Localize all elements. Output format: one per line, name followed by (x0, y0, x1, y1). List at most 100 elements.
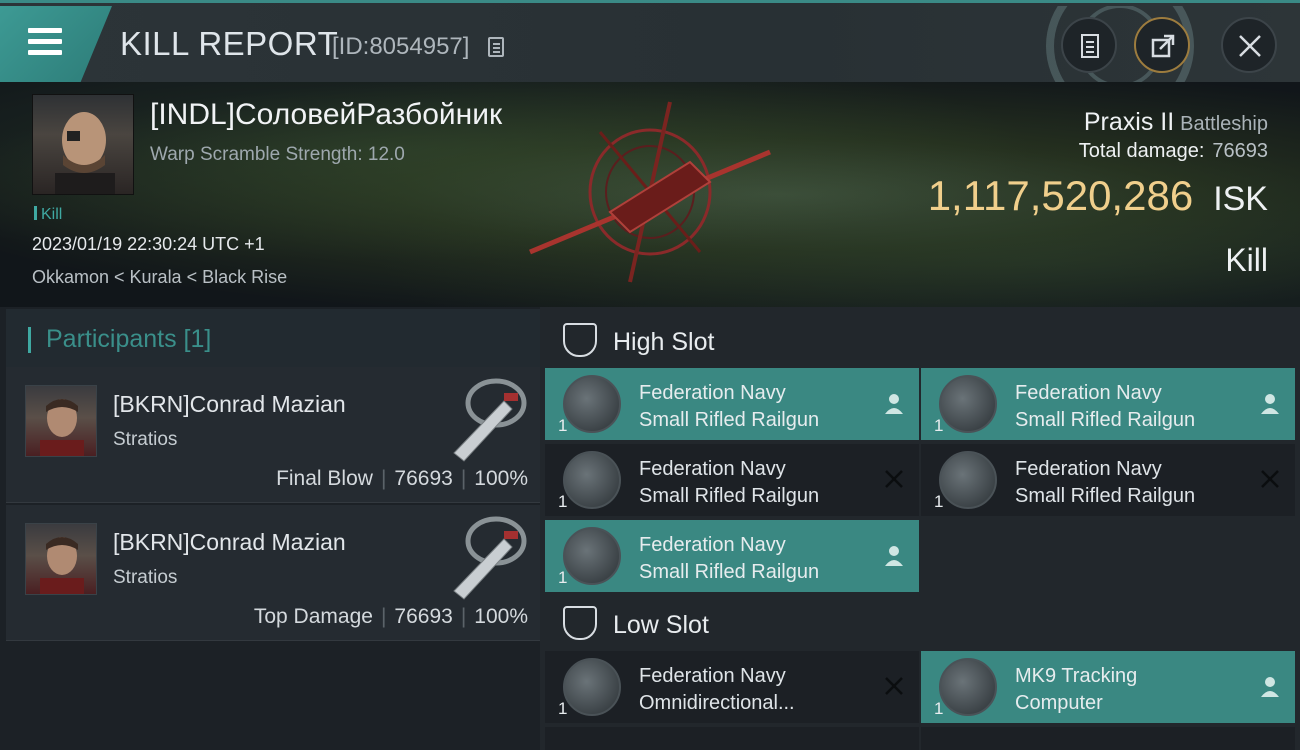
destroyed-icon (1261, 470, 1279, 488)
menu-button[interactable] (0, 6, 112, 82)
module-quantity: 1 (558, 699, 568, 718)
character-avatar (40, 537, 84, 594)
participant-damage: 76693 (394, 605, 453, 628)
participant-portrait[interactable] (25, 385, 97, 457)
copy-icon[interactable] (488, 37, 504, 57)
total-damage-label: Total damage: (1078, 140, 1205, 162)
separator: | (380, 467, 387, 490)
share-button[interactable] (1134, 17, 1190, 73)
railgun-icon (939, 451, 997, 509)
participant-name[interactable]: [BKRN]Conrad Mazian (113, 529, 346, 556)
share-icon (1151, 34, 1175, 58)
module-item-partial[interactable] (545, 727, 919, 750)
module-item[interactable]: 1 Federation Navy Small Rifled Railgun (921, 368, 1295, 440)
module-item[interactable]: 1 MK9 Tracking Computer (921, 651, 1295, 723)
participant-role: Final Blow (276, 467, 373, 490)
total-damage: Total damage: 76693 (1079, 140, 1268, 163)
module-name-line2: Omnidirectional... (639, 692, 795, 714)
high-slot-label: High Slot (613, 328, 715, 356)
ship-name: Praxis II (1083, 108, 1175, 136)
participant-name[interactable]: [BKRN]Conrad Mazian (113, 391, 346, 418)
module-name-line1: Federation Navy (1015, 458, 1162, 480)
module-name-line1: Federation Navy (1015, 382, 1162, 404)
top-bar: KILL REPORT [ID:8054957] (0, 0, 1300, 85)
kill-location[interactable]: Okkamon < Kurala < Black Rise (32, 267, 287, 288)
victim-portrait[interactable] (32, 94, 134, 195)
isk-value: 1,117,520,286 ISK (928, 172, 1268, 220)
report-button[interactable] (1061, 17, 1117, 73)
module-name-line2: Small Rifled Railgun (639, 561, 820, 583)
module-item[interactable]: 1 Federation Navy Small Rifled Railgun (921, 444, 1295, 516)
fitting-panel: High Slot 1 Federation Navy Small Rifled … (540, 307, 1300, 750)
close-button[interactable] (1221, 17, 1277, 73)
character-avatar (40, 399, 84, 456)
participant-ship: Stratios (113, 429, 178, 450)
warp-scramble-strength: Warp Scramble Strength: 12.0 (150, 144, 405, 165)
dropped-icon (1261, 677, 1279, 697)
participants-title: Participants [1] (46, 325, 212, 353)
railgun-icon (563, 451, 621, 509)
railgun-icon (939, 375, 997, 433)
participant-role: Top Damage (253, 605, 373, 628)
total-damage-value: 76693 (1212, 140, 1268, 162)
kill-type: Kill (1225, 242, 1268, 278)
module-name-line1: Federation Navy (639, 382, 786, 404)
module-item-partial[interactable] (921, 727, 1295, 750)
participant-row[interactable]: [BKRN]Conrad Mazian Stratios Final Blow |… (6, 367, 540, 503)
participant-stats: Final Blow | 76693 | 100% (276, 467, 528, 491)
module-name: Federation Navy Small Rifled Railgun (639, 456, 869, 510)
kill-tag: Kill (34, 206, 62, 224)
close-icon (1239, 35, 1261, 57)
destroyed-icon (885, 470, 903, 488)
report-icon (1081, 34, 1099, 58)
page-title: KILL REPORT (120, 25, 339, 62)
module-name-line2: Small Rifled Railgun (1015, 409, 1196, 431)
isk-unit: ISK (1213, 180, 1268, 218)
separator: | (380, 605, 387, 628)
module-item[interactable]: 1 Federation Navy Small Rifled Railgun (545, 368, 919, 440)
module-item[interactable]: 1 Federation Navy Small Rifled Railgun (545, 444, 919, 516)
victim-ship[interactable]: Praxis II Battleship (1084, 108, 1268, 137)
participant-stats: Top Damage | 76693 | 100% (254, 605, 528, 629)
low-slot-header: Low Slot (545, 593, 1300, 653)
stratios-ship-icon[interactable] (434, 509, 530, 605)
participant-row[interactable]: [BKRN]Conrad Mazian Stratios Top Damage |… (6, 505, 540, 641)
low-slot-label: Low Slot (613, 611, 709, 639)
module-name-line2: Small Rifled Railgun (1015, 485, 1196, 507)
module-name: Federation Navy Omnidirectional... (639, 663, 869, 717)
module-name-line1: MK9 Tracking (1015, 665, 1138, 687)
module-quantity: 1 (934, 492, 944, 511)
ship-class: Battleship (1180, 113, 1268, 135)
stratios-ship-icon[interactable] (434, 371, 530, 467)
module-name: MK9 Tracking Computer (1015, 663, 1245, 717)
module-name: Federation Navy Small Rifled Railgun (1015, 456, 1245, 510)
module-name-line2: Computer (1015, 692, 1103, 714)
participant-ship: Stratios (113, 567, 178, 588)
module-item[interactable]: 1 Federation Navy Omnidirectional... (545, 651, 919, 723)
module-item[interactable]: 1 Federation Navy Small Rifled Railgun (545, 520, 919, 592)
dropped-icon (885, 546, 903, 566)
participant-percent: 100% (474, 605, 528, 628)
module-name-line2: Small Rifled Railgun (639, 485, 820, 507)
railgun-icon (563, 375, 621, 433)
module-name: Federation Navy Small Rifled Railgun (639, 532, 869, 586)
module-name-line1: Federation Navy (639, 665, 786, 687)
module-quantity: 1 (558, 568, 568, 587)
high-slot-header: High Slot (545, 310, 1300, 370)
kill-id: [ID:8054957] (332, 33, 470, 60)
victim-summary: [INDL]СоловейРазбойник Warp Scramble Str… (0, 82, 1300, 307)
participant-portrait[interactable] (25, 523, 97, 595)
module-quantity: 1 (934, 699, 944, 718)
header-accent (28, 327, 31, 353)
menu-icon-bar (28, 50, 62, 55)
high-slot-icon (563, 323, 597, 357)
participant-damage: 76693 (394, 467, 453, 490)
module-name-line1: Federation Navy (639, 458, 786, 480)
dropped-icon (885, 394, 903, 414)
module-quantity: 1 (558, 492, 568, 511)
separator: | (460, 605, 467, 628)
kill-time: 2023/01/19 22:30:24 UTC +1 (32, 234, 265, 254)
module-name: Federation Navy Small Rifled Railgun (639, 380, 869, 434)
victim-name[interactable]: [INDL]СоловейРазбойник (150, 98, 502, 132)
tracking-computer-icon (939, 658, 997, 716)
